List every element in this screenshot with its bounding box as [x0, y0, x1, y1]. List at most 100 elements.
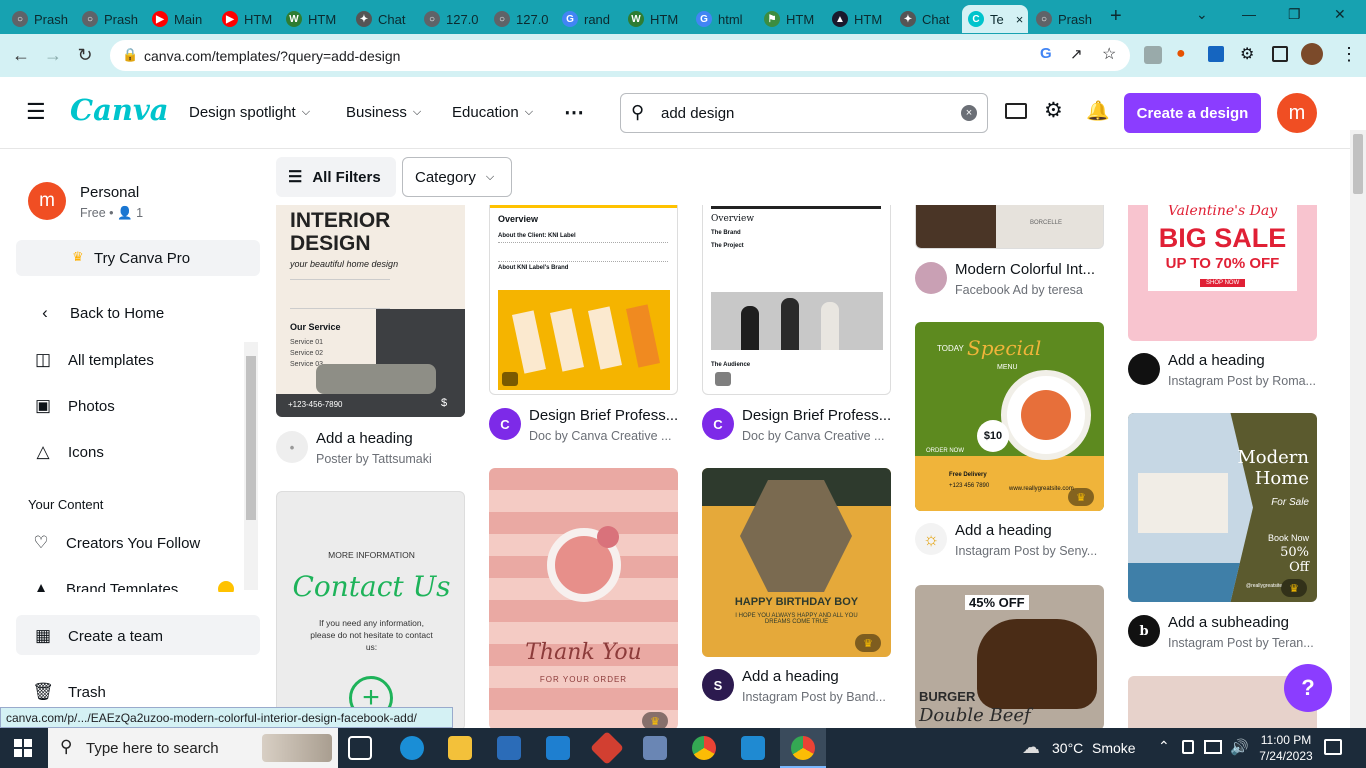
star-icon[interactable]: ☆: [1102, 44, 1116, 64]
google-icon[interactable]: G: [1040, 45, 1052, 62]
creator-avatar[interactable]: b: [1128, 615, 1160, 647]
template-card-burger[interactable]: 45% OFF BURGER Double Beef: [915, 585, 1104, 728]
template-card-modern-home[interactable]: Modern Home For Sale Book Now 50% Off @r…: [1128, 413, 1317, 602]
help-button[interactable]: ?: [1284, 664, 1332, 712]
try-canva-pro-button[interactable]: ♛ Try Canva Pro: [16, 240, 260, 276]
puzzle-icon[interactable]: ⚙: [1240, 44, 1254, 64]
canva-creative-avatar[interactable]: C: [702, 408, 734, 440]
sidepanel-icon[interactable]: [1272, 46, 1288, 62]
browser-tab[interactable]: W HTM: [622, 5, 688, 33]
template-card-special-menu[interactable]: TODAY Special MENU $10 ORDER NOW Free De…: [915, 322, 1104, 511]
edge-icon[interactable]: [400, 736, 424, 760]
sidebar-item-trash[interactable]: 🗑 Trash: [32, 681, 106, 703]
sidebar-item-brand-templates[interactable]: ▲ Brand Templates: [28, 578, 238, 592]
user-avatar[interactable]: m: [1277, 93, 1317, 133]
browser-tab[interactable]: Ghtml: [690, 5, 756, 33]
settings-gear-icon[interactable]: ⚙: [1044, 98, 1063, 123]
browser-tab[interactable]: ○ 127.0: [488, 5, 554, 33]
share-icon[interactable]: ↗: [1070, 45, 1083, 63]
card-title[interactable]: Modern Colorful Int...: [955, 261, 1103, 278]
windows-start-icon[interactable]: [14, 739, 32, 757]
network-icon[interactable]: [1204, 740, 1222, 754]
card-title[interactable]: Design Brief Profess...: [529, 407, 677, 424]
hamburger-menu-icon[interactable]: ☰: [26, 99, 46, 125]
browser-tab[interactable]: ✦ Chat: [894, 5, 960, 33]
card-title[interactable]: Add a subheading: [1168, 614, 1316, 631]
browser-tab[interactable]: Grand: [556, 5, 622, 33]
card-title[interactable]: Add a heading: [742, 668, 890, 685]
clock-time[interactable]: 11:00 PM: [1256, 733, 1316, 747]
template-card-thank-you[interactable]: Thank You FOR YOUR ORDER ♛: [489, 468, 678, 728]
extension-grid-icon[interactable]: [1208, 46, 1224, 62]
card-title[interactable]: Add a heading: [1168, 352, 1316, 369]
clear-search-icon[interactable]: ×: [961, 105, 977, 121]
all-filters-button[interactable]: ☰ All Filters: [276, 157, 396, 197]
nav-business[interactable]: Business ⌵: [346, 104, 421, 121]
template-card-birthday[interactable]: HAPPY BIRTHDAY BOY I HOPE YOU ALWAYS HAP…: [702, 468, 891, 657]
sidebar-item-icons[interactable]: △ Icons: [32, 441, 103, 463]
notification-center-icon[interactable]: [1324, 739, 1342, 755]
sidebar-item-all-templates[interactable]: ◫ All templates: [32, 349, 154, 371]
extension-icon[interactable]: [1144, 46, 1162, 64]
address-bar[interactable]: 🔒 canva.com/templates/?query=add-design …: [110, 40, 1130, 71]
creator-avatar[interactable]: S: [702, 669, 734, 701]
browser-tab[interactable]: ○ 127.0: [418, 5, 484, 33]
microsoft-store-icon[interactable]: [497, 736, 521, 760]
canva-creative-avatar[interactable]: C: [489, 408, 521, 440]
sidebar-item-back-home[interactable]: ‹ Back to Home: [34, 302, 164, 324]
extension-fire-icon[interactable]: ●: [1176, 45, 1186, 63]
nav-education[interactable]: Education ⌵: [452, 104, 533, 121]
browser-tab[interactable]: ⚑ HTM: [758, 5, 824, 33]
canva-logo[interactable]: Canva: [70, 93, 169, 127]
template-card-contact-us[interactable]: MORE INFORMATION Contact Us If you need …: [276, 491, 465, 728]
sidebar-item-photos[interactable]: ▣ Photos: [32, 395, 115, 417]
template-card-valentine-sale[interactable]: Valentine's Day BIG SALE UP TO 70% OFF S…: [1128, 205, 1317, 341]
scrollbar-thumb[interactable]: [246, 356, 256, 520]
template-card-modern-interior[interactable]: BORCELLE: [915, 205, 1104, 249]
creator-avatar[interactable]: •: [276, 431, 308, 463]
browser-tab[interactable]: W HTM: [280, 5, 346, 33]
more-menu-icon[interactable]: ⋯: [564, 100, 584, 125]
create-design-button[interactable]: Create a design: [1124, 93, 1261, 133]
reload-icon[interactable]: ↻: [72, 42, 98, 68]
kebab-menu-icon[interactable]: ⋮: [1340, 44, 1358, 65]
taskbar-search-input[interactable]: ⚲ Type here to search: [48, 728, 338, 768]
tab-search-icon[interactable]: ⌄: [1196, 6, 1208, 23]
sidebar-item-creators[interactable]: ♡ Creators You Follow: [30, 532, 200, 554]
file-explorer-icon[interactable]: [448, 736, 472, 760]
browser-tab[interactable]: ✦ Chat: [350, 5, 416, 33]
account-avatar[interactable]: m: [28, 182, 66, 220]
sidebar-scrollbar[interactable]: [244, 342, 258, 590]
desktop-app-icon[interactable]: [1005, 103, 1027, 119]
maximize-icon[interactable]: ❐: [1288, 6, 1301, 23]
mail-icon[interactable]: [546, 736, 570, 760]
browser-tab[interactable]: ○ Prash: [76, 5, 142, 33]
browser-tab[interactable]: ▲ HTM: [826, 5, 892, 33]
minimize-icon[interactable]: —: [1242, 6, 1256, 22]
browser-tab[interactable]: ▶ Main: [146, 5, 212, 33]
creator-avatar[interactable]: ☼: [915, 523, 947, 555]
system-tray-icon[interactable]: [1182, 740, 1194, 754]
card-title[interactable]: Add a heading: [316, 430, 464, 447]
taskbar-chrome-active[interactable]: [780, 728, 826, 768]
scrollbar-thumb[interactable]: [1353, 134, 1363, 194]
chrome-icon[interactable]: [692, 736, 716, 760]
create-team-button[interactable]: ▦ Create a team: [16, 615, 260, 655]
task-view-icon[interactable]: [348, 736, 372, 760]
template-card-design-brief-2[interactable]: Overview The Brand The Project The Audie…: [702, 205, 891, 395]
creator-avatar[interactable]: [1128, 353, 1160, 385]
new-tab-icon[interactable]: +: [1110, 5, 1122, 28]
template-card-interior-poster[interactable]: INTERIOR DESIGN your beautiful home desi…: [276, 205, 465, 417]
search-input[interactable]: ⚲ add design ×: [620, 93, 988, 133]
browser-tab[interactable]: ▶ HTM: [216, 5, 282, 33]
notification-bell-icon[interactable]: 🔔: [1086, 99, 1110, 123]
browser-tab[interactable]: ○ Prash: [1030, 5, 1096, 33]
card-title[interactable]: Design Brief Profess...: [742, 407, 890, 424]
browser-tab[interactable]: C Te ×: [962, 5, 1028, 33]
close-window-icon[interactable]: ✕: [1334, 6, 1346, 23]
app-pad-icon[interactable]: [643, 736, 667, 760]
forward-arrow-icon[interactable]: →: [40, 42, 66, 68]
back-arrow-icon[interactable]: ←: [8, 42, 34, 68]
category-dropdown[interactable]: Category ⌵: [402, 157, 512, 197]
vscode-icon[interactable]: [741, 736, 765, 760]
